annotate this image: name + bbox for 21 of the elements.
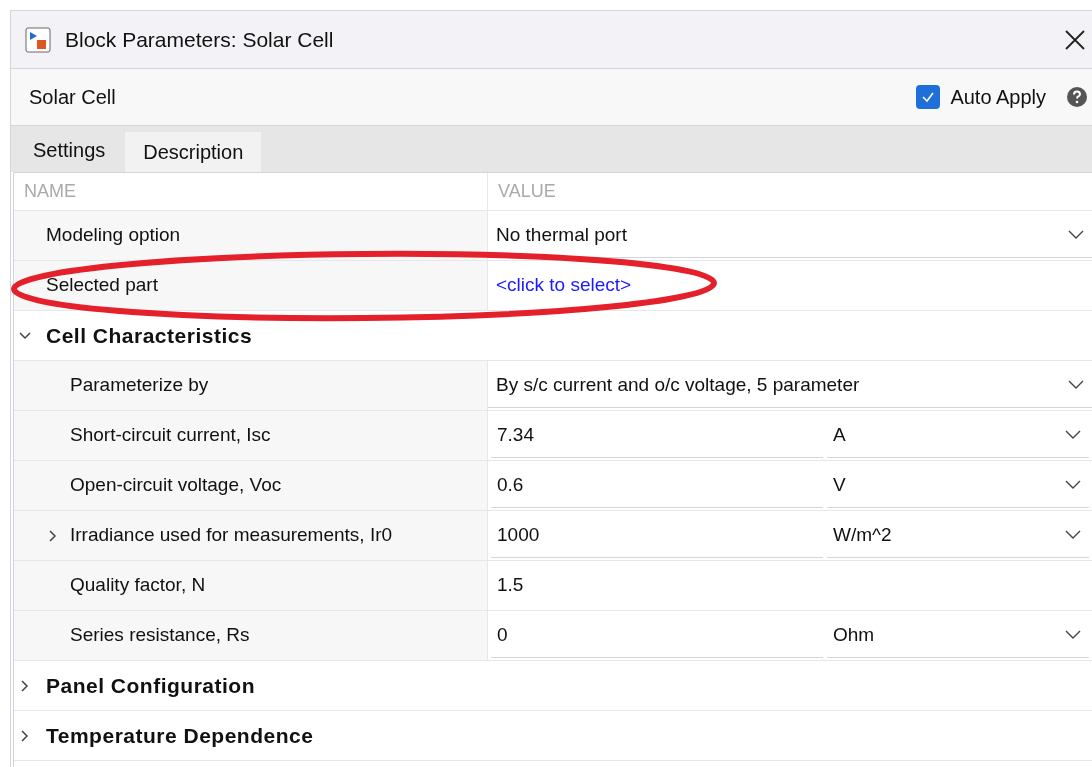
close-icon[interactable] <box>1064 28 1086 51</box>
auto-apply-label[interactable]: Auto Apply <box>950 82 1046 112</box>
parameter-name: Open-circuit voltage, Voc <box>70 473 282 498</box>
app-icon <box>25 26 51 53</box>
section-header[interactable]: Temperature Dependence <box>46 719 314 752</box>
window-title: Block Parameters: Solar Cell <box>65 26 334 53</box>
section-header[interactable]: Panel Configuration <box>46 669 255 702</box>
parameter-name: Short-circuit current, Isc <box>70 423 271 448</box>
help-icon[interactable] <box>1066 86 1088 108</box>
block-name: Solar Cell <box>29 85 116 110</box>
parameter-name: Selected part <box>46 273 158 298</box>
parameter-name: Series resistance, Rs <box>70 623 250 648</box>
parameter-name: Parameterize by <box>70 373 209 398</box>
select-link[interactable]: <click to select> <box>496 271 632 300</box>
tab[interactable]: Description <box>125 132 262 172</box>
column-header: NAME <box>14 173 488 210</box>
parameter-name: Modeling option <box>46 223 181 248</box>
parameter-name: Irradiance used for measurements, Ir0 <box>70 523 393 548</box>
parameter-name: Quality factor, N <box>70 573 206 598</box>
column-header: VALUE <box>497 180 556 203</box>
section-header[interactable]: Cell Characteristics <box>46 319 253 352</box>
